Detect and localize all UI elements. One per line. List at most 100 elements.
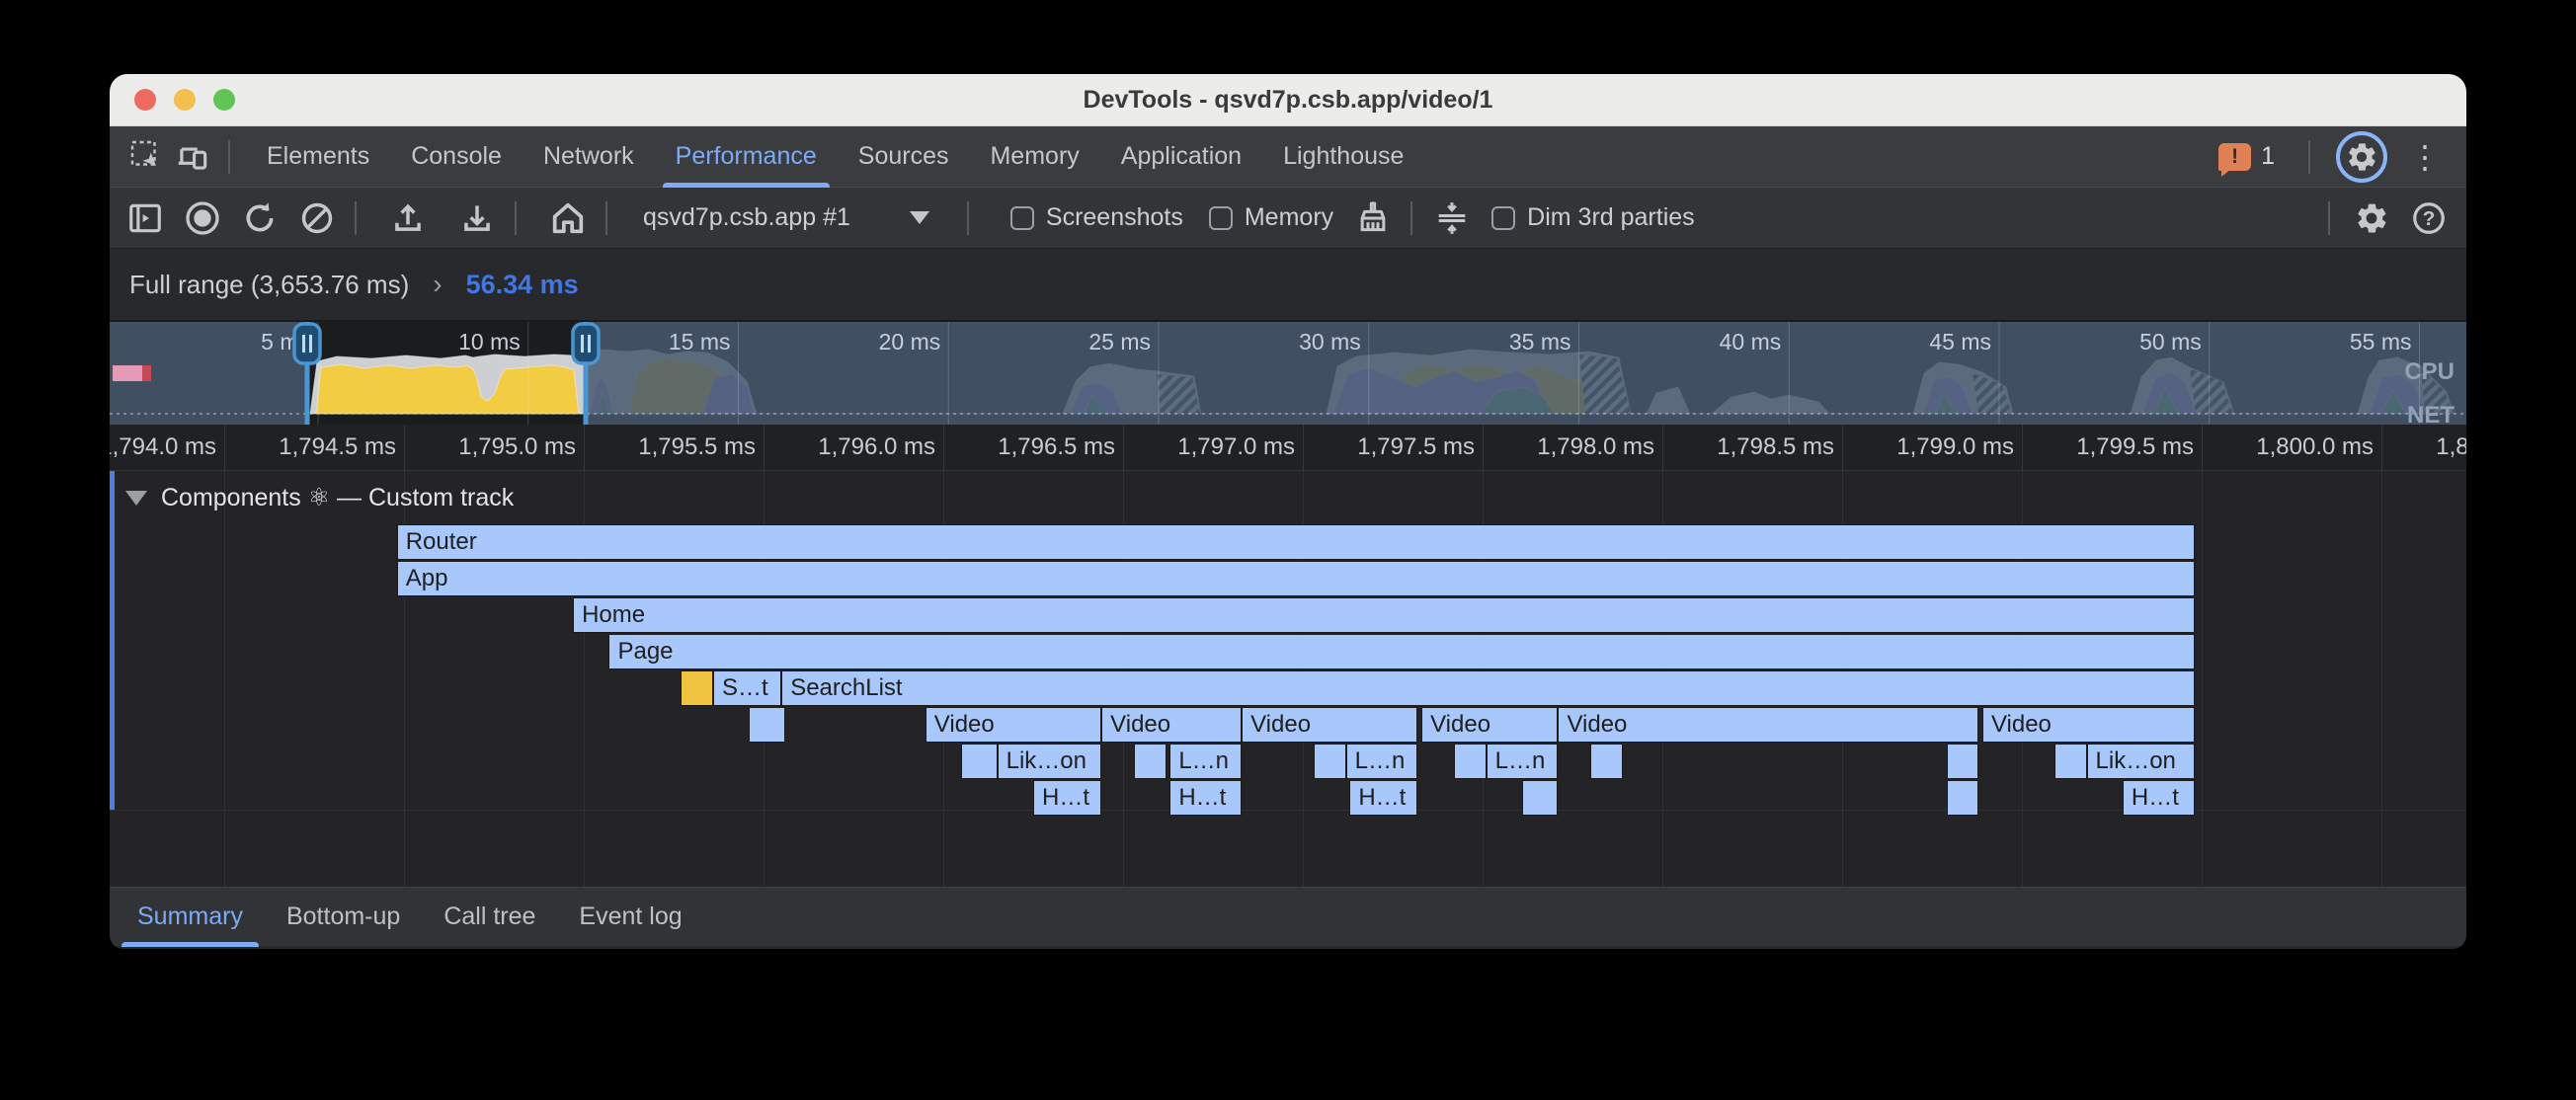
ruler-time-label: 1,797.0 ms — [1177, 433, 1295, 461]
checkbox-icon — [1010, 206, 1034, 230]
download-profile-icon[interactable] — [455, 196, 499, 240]
collapse-sections-icon[interactable] — [1430, 196, 1474, 240]
divider — [2308, 140, 2310, 174]
memory-label: Memory — [1245, 203, 1333, 232]
tab-network[interactable]: Network — [523, 126, 655, 188]
cpu-overview-chart[interactable]: 5 ms10 ms15 ms20 ms25 ms30 ms35 ms40 ms4… — [110, 322, 2466, 425]
ruler-time-label: 1,794.0 ms — [110, 433, 216, 461]
reload-record-icon[interactable] — [238, 196, 282, 240]
ruler-gridline — [1662, 425, 1663, 470]
timeline-overview-minimap[interactable]: 5 ms10 ms15 ms20 ms25 ms30 ms35 ms40 ms4… — [110, 322, 2466, 425]
help-icon[interactable]: ? — [2407, 196, 2451, 240]
flame-event-ht[interactable]: H…t — [2123, 780, 2195, 816]
divider — [355, 201, 357, 235]
more-options-icon[interactable]: ⋮ — [2397, 138, 2453, 176]
error-badge-icon[interactable]: ! — [2218, 143, 2251, 171]
ruler-time-label: 1,798.5 ms — [1717, 433, 1834, 461]
flame-event[interactable] — [2054, 744, 2087, 779]
dim-3rd-parties-checkbox[interactable]: Dim 3rd parties — [1491, 203, 1695, 232]
components-track-header[interactable]: Components ⚛ — Custom track — [125, 483, 514, 512]
flame-event-video[interactable]: Video — [1101, 707, 1242, 743]
home-icon[interactable] — [546, 196, 590, 240]
flame-event-video[interactable]: Video — [926, 707, 1101, 743]
flame-event[interactable] — [961, 744, 997, 779]
track-bottom-separator — [110, 810, 2466, 811]
checkbox-icon — [1491, 206, 1515, 230]
screenshots-checkbox[interactable]: Screenshots — [1010, 203, 1183, 232]
tab-console[interactable]: Console — [390, 126, 523, 188]
tab-summary[interactable]: Summary — [116, 888, 265, 947]
flame-event-page[interactable]: Page — [608, 634, 2194, 669]
flame-event-ht[interactable]: H…t — [1349, 780, 1417, 816]
flame-event-video[interactable]: Video — [1242, 707, 1417, 743]
flame-event-likon[interactable]: Lik…on — [2087, 744, 2195, 779]
tab-call-tree[interactable]: Call tree — [422, 888, 557, 947]
ruler-time-label: 1,796.0 ms — [818, 433, 935, 461]
flame-event-video[interactable]: Video — [1558, 707, 1978, 743]
inspect-element-icon[interactable] — [127, 137, 167, 177]
flame-event[interactable] — [1947, 780, 1979, 816]
dropdown-caret-icon[interactable] — [910, 211, 929, 224]
overview-tick-label: 35 ms — [1509, 329, 1571, 354]
flame-event[interactable] — [1134, 744, 1167, 779]
ruler-time-label: 1,797.5 ms — [1357, 433, 1475, 461]
flame-event-video[interactable]: Video — [1982, 707, 2195, 743]
flame-event-st[interactable]: S…t — [713, 670, 781, 706]
ruler-gridline — [224, 425, 225, 470]
ruler-time-label: 1,800.0 ms — [2256, 433, 2374, 461]
flame-event-app[interactable]: App — [397, 561, 2195, 596]
capture-settings-gear-icon[interactable] — [2350, 196, 2393, 240]
device-toolbar-icon[interactable] — [173, 137, 212, 177]
tab-performance[interactable]: Performance — [655, 126, 838, 188]
ruler-gridline — [1123, 425, 1124, 470]
network-request-bar — [113, 365, 142, 381]
target-dropdown[interactable]: qsvd7p.csb.app #1 — [643, 203, 850, 232]
settings-gear-icon[interactable] — [2336, 131, 2387, 183]
flame-event[interactable] — [1454, 744, 1487, 779]
ruler-gridline — [764, 425, 765, 470]
ruler-time-label: 1,798.0 ms — [1537, 433, 1654, 461]
flame-event[interactable] — [1314, 744, 1346, 779]
flame-event[interactable] — [1590, 744, 1623, 779]
flame-event[interactable] — [749, 707, 784, 743]
divider — [1410, 201, 1412, 235]
record-icon[interactable] — [181, 196, 224, 240]
ruler-gridline — [2202, 425, 2203, 470]
full-range-crumb[interactable]: Full range (3,653.76 ms) — [129, 270, 409, 300]
overview-tick-label: 55 ms — [2350, 329, 2412, 354]
tab-elements[interactable]: Elements — [246, 126, 390, 188]
tab-event-log[interactable]: Event log — [557, 888, 703, 947]
flame-event[interactable] — [1947, 744, 1979, 779]
divider — [228, 140, 230, 174]
upload-profile-icon[interactable] — [386, 196, 430, 240]
flame-event[interactable] — [1522, 780, 1558, 816]
tab-lighthouse[interactable]: Lighthouse — [1262, 126, 1424, 188]
toggle-sidebar-icon[interactable] — [123, 196, 167, 240]
flame-event-video[interactable]: Video — [1421, 707, 1558, 743]
flame-event-ln[interactable]: L…n — [1346, 744, 1418, 779]
ruler-gridline — [404, 425, 405, 470]
flame-event-ht[interactable]: H…t — [1033, 780, 1101, 816]
flame-event-ln[interactable]: L…n — [1487, 744, 1559, 779]
selected-range-crumb[interactable]: 56.34 ms — [466, 270, 579, 300]
divider — [967, 201, 969, 235]
svg-text:?: ? — [2423, 207, 2436, 230]
detail-time-ruler: 1,794.0 ms1,794.5 ms1,795.0 ms1,795.5 ms… — [110, 425, 2466, 471]
overview-tick-label: 30 ms — [1299, 329, 1361, 354]
flame-event-likon[interactable]: Lik…on — [998, 744, 1102, 779]
divider — [605, 201, 607, 235]
tab-memory[interactable]: Memory — [969, 126, 1099, 188]
divider — [2328, 201, 2330, 235]
flame-event-searchlist[interactable]: SearchList — [781, 670, 2195, 706]
tab-bottom-up[interactable]: Bottom-up — [265, 888, 422, 947]
flame-event[interactable] — [681, 670, 713, 706]
flame-event-home[interactable]: Home — [573, 597, 2195, 633]
memory-checkbox[interactable]: Memory — [1209, 203, 1333, 232]
flame-event-router[interactable]: Router — [397, 524, 2195, 560]
tab-sources[interactable]: Sources — [838, 126, 970, 188]
tab-application[interactable]: Application — [1100, 126, 1262, 188]
garbage-collect-icon[interactable] — [1351, 196, 1395, 240]
clear-icon[interactable] — [295, 196, 339, 240]
flame-event-ln[interactable]: L…n — [1169, 744, 1242, 779]
flame-event-ht[interactable]: H…t — [1169, 780, 1242, 816]
